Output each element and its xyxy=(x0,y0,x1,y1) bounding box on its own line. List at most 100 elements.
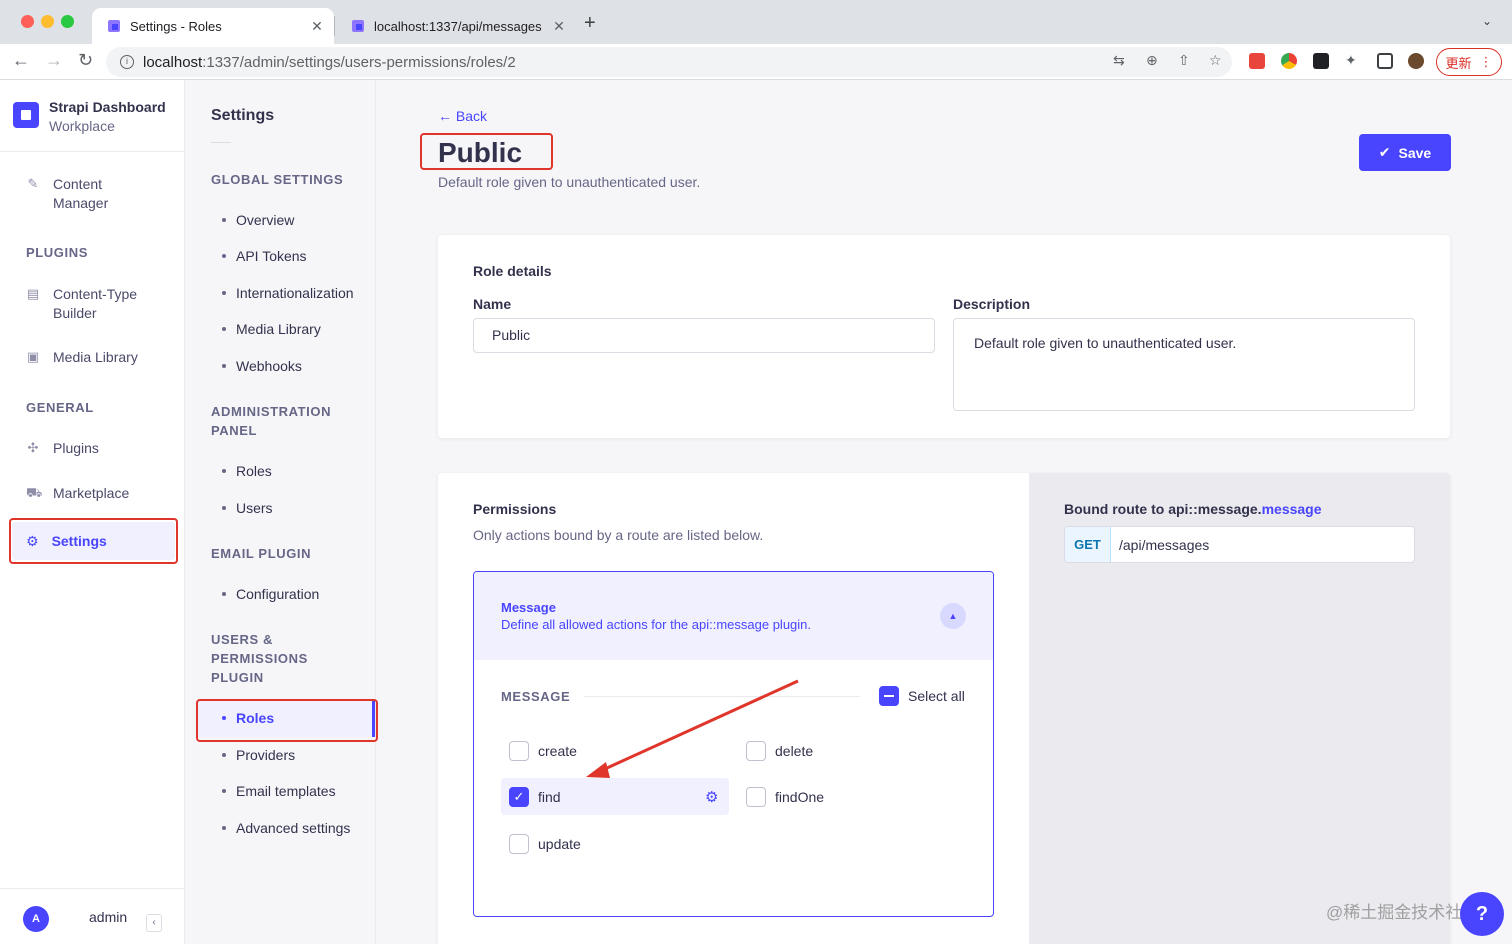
description-label: Description xyxy=(953,296,1031,312)
nav-plugins[interactable]: ✣ Plugins xyxy=(14,439,174,458)
back-arrow-icon[interactable]: ← xyxy=(12,50,30,71)
bound-route-title: Bound route to api::message.message xyxy=(1064,501,1322,517)
avatar: A xyxy=(23,906,49,932)
save-button[interactable]: ✔ Save xyxy=(1359,134,1451,171)
address-bar[interactable]: i localhost:1337/admin/settings/users-pe… xyxy=(106,47,1232,77)
back-link[interactable]: ← Back xyxy=(438,108,487,124)
close-tab-icon[interactable]: ✕ xyxy=(306,18,328,35)
browser-update-button[interactable]: 更新 ⋮ xyxy=(1436,48,1502,76)
chevron-up-icon[interactable]: ▲ xyxy=(940,603,966,629)
subnav-heading-admin: ADMINISTRATION PANEL xyxy=(211,404,332,438)
page-subtitle: Default role given to unauthenticated us… xyxy=(438,174,701,190)
divider xyxy=(584,696,860,697)
message-accordion: Message Define all allowed actions for t… xyxy=(473,571,994,917)
subnav-item-providers[interactable]: Providers xyxy=(211,743,371,767)
subnav-heading-global: GLOBAL SETTINGS xyxy=(211,172,344,187)
extension-badge-icon[interactable] xyxy=(1313,53,1329,69)
checkbox-checked[interactable]: ✓ xyxy=(509,786,529,807)
subnav-item-advanced-settings[interactable]: Advanced settings xyxy=(211,816,371,840)
nav-label: Plugins xyxy=(53,440,99,456)
browser-tab-bar: Settings - Roles ✕ localhost:1337/api/me… xyxy=(0,0,1512,44)
zoom-icon[interactable]: ⊕ xyxy=(1146,52,1158,69)
subnav-item-internationalization[interactable]: Internationalization xyxy=(211,281,371,305)
browser-tab-settings-roles[interactable]: Settings - Roles ✕ xyxy=(92,8,334,44)
extensions-puzzle-icon[interactable]: ✦ xyxy=(1345,52,1357,69)
annotation-box-roles xyxy=(196,699,378,742)
bookmark-star-icon[interactable]: ☆ xyxy=(1209,52,1222,69)
maximize-window-button[interactable] xyxy=(61,15,74,28)
nav-media-library[interactable]: ▣ Media Library xyxy=(14,348,174,367)
user-menu[interactable]: A admin ‹ xyxy=(0,888,184,944)
nav-content-type-builder[interactable]: ▤ Content-Type Builder xyxy=(14,285,174,323)
checkbox[interactable] xyxy=(746,741,766,761)
checkbox[interactable] xyxy=(509,834,529,854)
select-all-checkbox[interactable]: Select all xyxy=(879,686,965,706)
site-info-icon[interactable]: i xyxy=(120,55,134,69)
image-icon: ▣ xyxy=(26,349,40,364)
close-window-button[interactable] xyxy=(21,15,34,28)
minimize-window-button[interactable] xyxy=(41,15,54,28)
new-tab-icon[interactable]: + xyxy=(584,12,596,35)
tab-divider xyxy=(334,16,335,36)
layout-icon: ▤ xyxy=(26,286,40,301)
strapi-favicon-icon xyxy=(106,18,122,34)
subnav-item-admin-roles[interactable]: Roles xyxy=(211,459,371,483)
description-field[interactable]: Default role given to unauthenticated us… xyxy=(953,318,1415,411)
close-tab-icon[interactable]: ✕ xyxy=(548,18,570,35)
accordion-title: Message xyxy=(501,600,556,615)
divider xyxy=(211,142,231,143)
role-details-card: Role details Name Public Description Def… xyxy=(438,235,1450,438)
settings-subnav: Settings GLOBAL SETTINGS Overview API To… xyxy=(185,80,376,944)
subnav-item-api-tokens[interactable]: API Tokens xyxy=(211,244,371,268)
extension-chrome-icon[interactable] xyxy=(1281,53,1297,69)
browser-tab-api-messages[interactable]: localhost:1337/api/messages ✕ xyxy=(336,8,576,44)
url-text: localhost:1337/admin/settings/users-perm… xyxy=(143,53,516,71)
subnav-item-configuration[interactable]: Configuration xyxy=(211,582,371,606)
name-field[interactable]: Public xyxy=(473,318,935,353)
extension-fe-icon[interactable] xyxy=(1249,53,1265,69)
sidebar-panel-icon[interactable] xyxy=(1377,53,1393,69)
nav-label: Content-Type Builder xyxy=(53,286,138,321)
strapi-logo-icon xyxy=(13,102,39,128)
subnav-item-users[interactable]: Users xyxy=(211,496,371,520)
user-name: admin xyxy=(89,909,128,925)
workspace-name: Workplace xyxy=(49,118,115,134)
nav-label: Content Manager xyxy=(53,176,109,211)
collapse-nav-button[interactable]: ‹ xyxy=(146,914,162,932)
nav-label: Media Library xyxy=(53,349,138,365)
tab-search-chevron-icon[interactable]: ⌄ xyxy=(1482,14,1492,28)
action-delete[interactable]: delete xyxy=(746,741,813,761)
nav-content-manager[interactable]: ✎ Content Manager xyxy=(14,175,174,213)
tab-title: Settings - Roles xyxy=(130,18,222,34)
browser-toolbar: ← → ↻ i localhost:1337/admin/settings/us… xyxy=(0,44,1512,80)
name-label: Name xyxy=(473,296,512,312)
gear-icon[interactable]: ⚙ xyxy=(705,788,718,806)
subnav-item-media-library[interactable]: Media Library xyxy=(211,317,371,341)
strapi-favicon-icon xyxy=(350,18,366,34)
action-findone[interactable]: findOne xyxy=(746,787,824,807)
help-button[interactable]: ? xyxy=(1460,892,1504,936)
nav-heading-general: GENERAL xyxy=(26,400,94,415)
subnav-title: Settings xyxy=(211,107,275,124)
translate-icon[interactable]: ⇆ xyxy=(1113,52,1125,69)
indeterminate-checkbox-icon[interactable] xyxy=(879,686,899,706)
profile-avatar-icon[interactable] xyxy=(1408,53,1424,69)
action-find[interactable]: ✓ find ⚙ xyxy=(501,778,729,815)
subnav-item-email-templates[interactable]: Email templates xyxy=(211,779,371,803)
accordion-header[interactable]: Message Define all allowed actions for t… xyxy=(474,572,993,660)
checkbox[interactable] xyxy=(509,741,529,761)
subnav-item-overview[interactable]: Overview xyxy=(211,208,371,232)
reload-icon[interactable]: ↻ xyxy=(78,50,93,71)
forward-arrow-icon[interactable]: → xyxy=(45,50,63,71)
subnav-item-webhooks[interactable]: Webhooks xyxy=(211,354,371,378)
action-create[interactable]: create xyxy=(509,741,577,761)
checkbox[interactable] xyxy=(746,787,766,807)
nav-marketplace[interactable]: ⛟ Marketplace xyxy=(14,484,174,503)
pencil-icon: ✎ xyxy=(27,176,39,191)
action-update[interactable]: update xyxy=(509,834,581,854)
share-icon[interactable]: ⇧ xyxy=(1178,52,1190,69)
subnav-heading-users-permissions: USERS & PERMISSIONS PLUGIN xyxy=(211,632,308,685)
nav-label: Marketplace xyxy=(53,485,130,501)
http-method-badge: GET xyxy=(1065,527,1111,562)
annotation-box-title xyxy=(420,133,553,170)
